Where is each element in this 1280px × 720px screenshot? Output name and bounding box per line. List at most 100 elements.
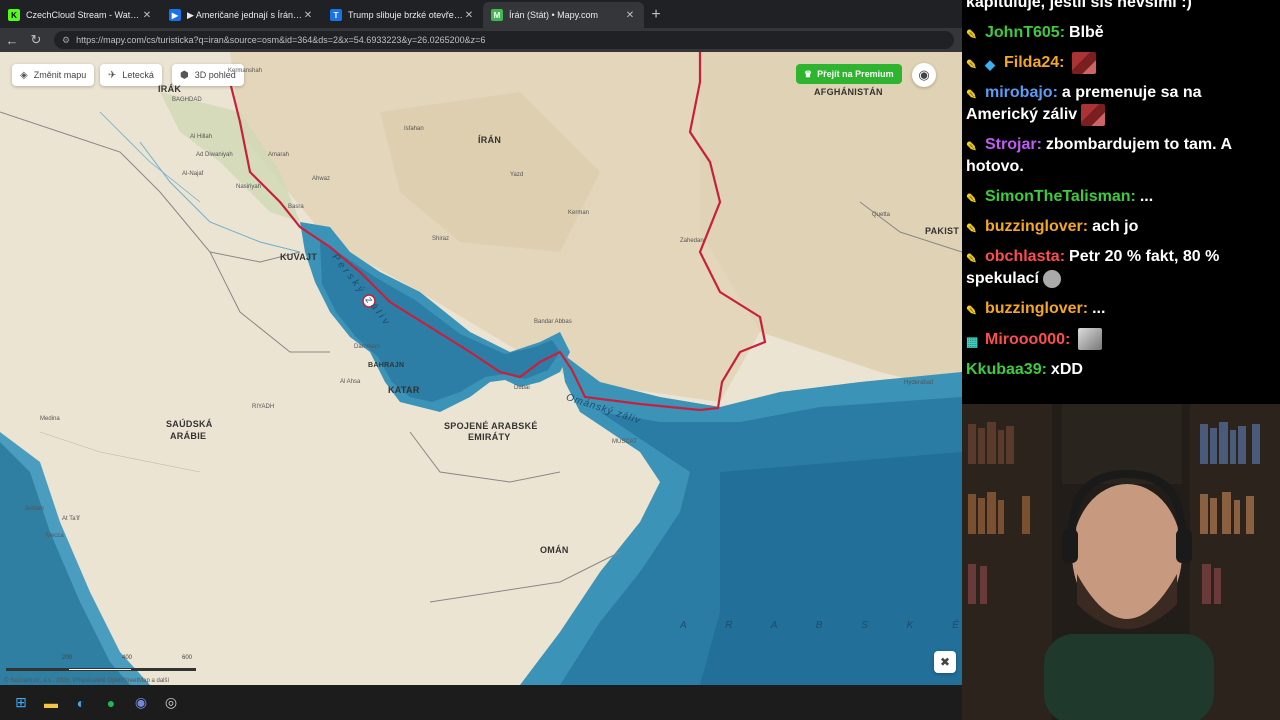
country-label-katar: KATAR — [388, 385, 420, 395]
city-label: Amarah — [268, 152, 290, 158]
city-label: Zahedan — [680, 238, 704, 244]
discord-icon[interactable]: ◉ — [130, 692, 152, 714]
chat-message: ✎ mirobajo: a premenuje sa na Americký zál… — [966, 82, 1276, 127]
chat-message: ✎ obchlasta: Petr 20 % fakt, 80 % spekulac… — [966, 246, 1276, 290]
sea-label-arabian: A R A B S K É — [680, 620, 962, 631]
spotify-icon[interactable]: ● — [100, 692, 122, 714]
map-view[interactable]: ◈ Změnit mapu ✈ Letecká ⬢ 3D pohled ♛ Př… — [0, 52, 962, 685]
change-map-button[interactable]: ◈ Změnit mapu — [12, 64, 95, 86]
cube-icon: ⬢ — [180, 69, 189, 81]
scale-line — [6, 668, 196, 671]
city-label: BAGHDAD — [172, 97, 202, 103]
city-label: Basra — [288, 204, 304, 210]
chat-message: kapituluje, jestli sis nevšimi :) — [966, 0, 1276, 14]
city-label: Medina — [40, 416, 60, 422]
sub-badge-icon: ✎ — [966, 221, 977, 237]
file-explorer-icon[interactable]: ▬ — [40, 692, 62, 714]
chat-username[interactable]: Kkubaa39: — [966, 361, 1047, 378]
crown-icon: ♛ — [804, 68, 813, 79]
country-label-sae-1: SPOJENÉ ARABSKÉ — [444, 421, 538, 431]
chat-username[interactable]: mirobajo: — [985, 84, 1058, 101]
tab-americane[interactable]: ▶ ▶ Američané jednají s Íránci v Páki ✕ — [161, 2, 322, 28]
city-label: Dubai — [514, 385, 530, 391]
city-label: Hyderabad — [904, 380, 934, 386]
chat-username[interactable]: Mirooo000: — [985, 331, 1070, 348]
city-label: Nasiriyah — [236, 184, 262, 190]
city-label: Jeddah — [24, 506, 44, 512]
country-label-bahrajn: BAHRAJN — [368, 362, 405, 369]
sub-badge-icon: ✎ — [966, 27, 977, 42]
chat-username[interactable]: buzzinglover: — [985, 300, 1088, 317]
reload-icon[interactable]: ↻ — [24, 28, 48, 52]
chat-text: xDD — [1050, 360, 1083, 378]
chat-text: Blbě — [1069, 24, 1104, 41]
tab-trump[interactable]: T Trump slibuje brzké otevření Horm ✕ — [322, 2, 483, 28]
close-icon[interactable]: ✕ — [141, 10, 153, 21]
tab-title: Trump slibuje brzké otevření Horm — [348, 10, 463, 20]
city-label: Isfahan — [404, 126, 424, 132]
tab-czechcloud[interactable]: K CzechCloud Stream - Watch Live o ✕ — [0, 2, 161, 28]
cube-badge-icon: ◆ — [985, 57, 995, 73]
city-label: Shiraz — [432, 236, 450, 242]
chat-text: ... — [1139, 188, 1154, 206]
windows-start-icon[interactable]: ⊞ — [10, 692, 32, 714]
emote — [1078, 328, 1103, 351]
country-label-iran: ÍRÁN — [478, 135, 502, 145]
aerial-button[interactable]: ✈ Letecká — [100, 64, 162, 86]
layers-icon: ◈ — [20, 69, 28, 81]
premium-button[interactable]: ♛ Přejít na Premium — [796, 64, 902, 84]
chat-message: ✎ SimonTheTalisman:... — [966, 186, 1276, 208]
news-icon: ▶ — [169, 9, 181, 21]
country-label-oman: OMÁN — [540, 545, 569, 555]
emote — [1072, 52, 1097, 74]
locate-icon[interactable]: ◉ — [912, 63, 936, 87]
mapy-icon: M — [491, 9, 503, 21]
chat-message: ✎ JohnT605: Blbě — [966, 22, 1276, 44]
country-label-kuvajt: KUVAJT — [280, 252, 318, 262]
city-label: RIYADH — [252, 404, 275, 410]
sub-badge-icon: ✎ — [966, 87, 977, 103]
taskbar: ⊞ ▬ ◐ ● ◉ ◎ — [0, 685, 962, 720]
scale-tick: 600 — [182, 655, 193, 661]
chat-username[interactable]: obchlasta: — [985, 248, 1065, 265]
chat-username[interactable]: Strojar: — [985, 136, 1042, 153]
chat-username[interactable]: SimonTheTalisman: — [985, 188, 1136, 205]
back-arrow-icon[interactable]: ← — [0, 28, 24, 52]
sub-badge-icon: ✎ — [966, 191, 977, 207]
city-label: Kerman — [568, 210, 590, 216]
city-label: Ad Diwaniyah — [196, 152, 233, 158]
chat-message: Kkubaa39: xDD — [966, 359, 1276, 381]
site-info-icon[interactable]: ⚙ — [62, 35, 70, 46]
tab-title: ▶ Američané jednají s Íránci v Páki — [187, 9, 302, 20]
tools-icon[interactable]: ✖ — [934, 651, 956, 673]
new-tab-button[interactable]: + — [644, 2, 668, 28]
chat-text: ... — [1092, 300, 1106, 318]
news-icon: T — [330, 9, 342, 21]
chat-username[interactable]: JohnT605: — [985, 24, 1065, 41]
close-icon[interactable]: ✕ — [624, 10, 636, 21]
kick-icon: K — [8, 9, 20, 21]
chat-message: ▦ Mirooo000: — [966, 328, 1276, 351]
sub-badge-icon: ✎ — [966, 251, 977, 267]
premium-label: Přejít na Premium — [817, 69, 894, 79]
map-canvas[interactable] — [0, 52, 962, 685]
city-label: Yazd — [510, 172, 524, 178]
city-label: Quetta — [872, 212, 891, 218]
url-text: https://mapy.com/cs/turisticka?q=iran&so… — [76, 35, 486, 45]
close-icon[interactable]: ✕ — [302, 10, 314, 21]
obs-icon[interactable]: ◎ — [160, 692, 182, 714]
edge-icon[interactable]: ◐ — [70, 692, 92, 714]
browser-tab-bar: K CzechCloud Stream - Watch Live o ✕ ▶ ▶… — [0, 0, 962, 28]
city-label: Ahwaz — [312, 176, 331, 182]
country-label-sae-2: EMIRÁTY — [468, 432, 511, 442]
sub-badge-icon: ✎ — [966, 139, 977, 155]
tab-mapy[interactable]: M Írán (Stát) • Mapy.com ✕ — [483, 2, 644, 28]
address-bar: ← ↻ ⚙ https://mapy.com/cs/turisticka?q=i… — [0, 28, 962, 52]
chat-username[interactable]: buzzinglover: — [985, 218, 1088, 235]
chat-username[interactable]: Filda24: — [1004, 54, 1064, 71]
sub-badge-icon: ✎ — [966, 303, 977, 319]
close-icon[interactable]: ✕ — [463, 10, 475, 21]
city-label: Mecca — [46, 533, 64, 539]
url-field[interactable]: ⚙ https://mapy.com/cs/turisticka?q=iran&… — [54, 31, 954, 49]
stream-chat: kapituluje, jestli sis nevšimi :) ✎ JohnT… — [962, 0, 1280, 404]
